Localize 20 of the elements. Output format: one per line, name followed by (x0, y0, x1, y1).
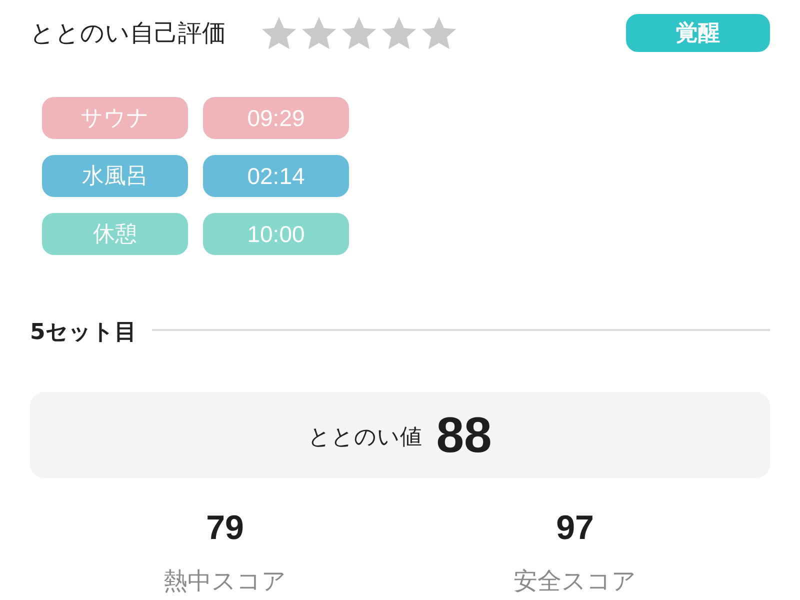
empty-star-icon[interactable] (342, 16, 376, 50)
score-value: 79 (206, 508, 244, 548)
phase-name-tag: 水風呂 (42, 155, 188, 197)
empty-star-icon[interactable] (302, 16, 336, 50)
empty-star-icon[interactable] (382, 16, 416, 50)
phase-time-tag: 09:29 (203, 97, 349, 139)
score-label: 安全スコア (514, 566, 636, 596)
status-badge: 覚醒 (626, 14, 770, 52)
phase-time-tag: 02:14 (203, 155, 349, 197)
set-heading: 5セット目 (30, 319, 136, 347)
empty-star-icon[interactable] (262, 16, 296, 50)
score-label: 熱中スコア (164, 566, 286, 596)
phase-name-tag: サウナ (42, 97, 188, 139)
phase-name-tag: 休憩 (42, 213, 188, 255)
totonoi-label: ととのい値 (308, 424, 422, 452)
score-value: 97 (556, 508, 594, 548)
phase-time-tag: 10:00 (203, 213, 349, 255)
empty-star-icon[interactable] (422, 16, 456, 50)
rating-title: ととのい自己評価 (30, 18, 226, 49)
totonoi-value: 88 (436, 406, 492, 464)
